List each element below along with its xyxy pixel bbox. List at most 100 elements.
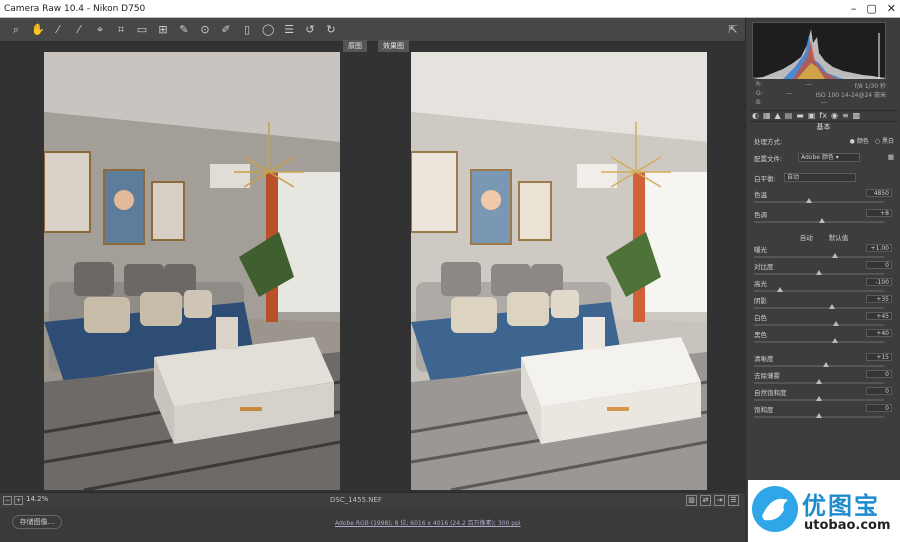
slider-thumb[interactable] — [777, 287, 783, 292]
slider-track[interactable] — [754, 270, 884, 275]
auto-default-row: 自动 默认值 — [754, 232, 894, 242]
swap-icon[interactable]: ⇄ — [700, 495, 711, 506]
basic-tab-icon[interactable]: ◐ — [752, 111, 759, 121]
close-icon[interactable]: ✕ — [887, 0, 896, 18]
lens-icon[interactable]: ▣ — [808, 111, 816, 121]
slider-thumb[interactable] — [832, 321, 839, 326]
profile-label: 配置文件: — [754, 155, 783, 163]
slider-value-input[interactable]: +35 — [866, 295, 892, 303]
slider-label: 对比度 — [754, 263, 774, 271]
workflow-options-link[interactable]: Adobe RGB (1998); 8 位; 6016 x 4016 (24.2… — [335, 518, 521, 527]
snapshots-icon[interactable]: ▩ — [853, 111, 861, 121]
target-adjust-icon[interactable]: ⌖ — [94, 23, 106, 36]
footer: 存储图像... Adobe RGB (1998); 8 位; 6016 x 40… — [0, 508, 745, 542]
slider-track[interactable] — [754, 218, 884, 223]
default-link[interactable]: 默认值 — [829, 234, 849, 242]
maximize-icon[interactable]: ▢ — [866, 0, 876, 18]
straighten-icon[interactable]: ▭ — [136, 23, 148, 36]
treatment-bw-radio[interactable]: ○ 黑白 — [875, 136, 894, 145]
lens-info: ISO 100 14-24@24 毫米 — [815, 92, 886, 99]
fullscreen-icon[interactable]: ⇱ — [727, 23, 739, 36]
slider-value-input[interactable]: +15 — [866, 353, 892, 361]
slider-thumb[interactable] — [816, 270, 822, 275]
crop-icon[interactable]: ⌗ — [115, 23, 127, 36]
zoom-in-button[interactable]: + — [14, 496, 23, 505]
save-image-button[interactable]: 存储图像... — [12, 515, 62, 529]
treatment-label: 处理方式: — [754, 138, 783, 146]
b-value: --- — [820, 99, 828, 106]
slider-track[interactable] — [754, 396, 884, 401]
slider-thumb[interactable] — [816, 413, 822, 418]
transform-icon[interactable]: ⊞ — [157, 23, 169, 36]
hsl-icon[interactable]: ▤ — [785, 111, 793, 121]
profile-value: Adobe 颜色 — [801, 154, 834, 161]
wb-dropdown[interactable]: 自动 — [784, 173, 856, 182]
slider-track[interactable] — [754, 379, 884, 384]
hand-icon[interactable]: ✋ — [31, 23, 45, 36]
spot-removal-icon[interactable]: ✎ — [178, 23, 190, 36]
slider-thumb[interactable] — [829, 304, 835, 309]
red-eye-icon[interactable]: ⊙ — [199, 23, 211, 36]
slider-value-input[interactable]: 0 — [866, 404, 892, 412]
view-settings-icon[interactable]: ☰ — [728, 495, 739, 506]
slider-track[interactable] — [754, 198, 884, 203]
wb-row: 白平衡: 自动 — [754, 173, 894, 183]
slider-thumb[interactable] — [816, 379, 822, 384]
slider-thumb[interactable] — [831, 338, 838, 343]
color-sampler-icon[interactable]: ⁄ — [73, 23, 85, 36]
treatment-bw-label: 黑白 — [881, 138, 894, 145]
split-toning-icon[interactable]: ▬ — [796, 111, 804, 121]
slider-thumb[interactable] — [822, 362, 829, 367]
slider-thumb[interactable] — [818, 218, 825, 223]
slider-value-input[interactable]: -100 — [866, 278, 892, 286]
slider-row: 去除薄雾 0 — [754, 370, 894, 380]
slider-value-input[interactable]: 0 — [866, 370, 892, 378]
slider-track[interactable] — [754, 413, 884, 418]
slider-thumb[interactable] — [831, 253, 838, 258]
slider-track[interactable] — [754, 287, 884, 292]
radial-filter-icon[interactable]: ◯ — [262, 23, 274, 36]
slider-row: 白色 +45 — [754, 312, 894, 322]
minimize-icon[interactable]: – — [851, 0, 857, 18]
rotate-left-icon[interactable]: ↺ — [304, 23, 316, 36]
treatment-row: 处理方式: ● 颜色 ○ 黑白 — [754, 136, 894, 146]
slider-row: 曝光 +1.00 — [754, 244, 894, 254]
slider-thumb[interactable] — [816, 396, 822, 401]
slider-value-input[interactable]: +45 — [866, 312, 892, 320]
watermark-en: utobao.com — [804, 518, 891, 533]
slider-track[interactable] — [754, 338, 884, 343]
slider-value-input[interactable]: 0 — [866, 387, 892, 395]
slider-value-input[interactable]: 0 — [866, 261, 892, 269]
slider-label: 去除薄雾 — [754, 372, 780, 380]
slider-value-input[interactable]: +40 — [866, 329, 892, 337]
adjustment-brush-icon[interactable]: ✐ — [220, 23, 232, 36]
slider-track[interactable] — [754, 304, 884, 309]
zoom-icon[interactable]: ⌕ — [10, 23, 22, 36]
profile-browser-icon[interactable]: ▦ — [888, 153, 894, 161]
zoom-out-button[interactable]: − — [3, 496, 12, 505]
profile-dropdown[interactable]: Adobe 颜色 ▾ — [798, 153, 860, 162]
effects-icon[interactable]: fx — [819, 111, 827, 121]
slider-track[interactable] — [754, 253, 884, 258]
auto-link[interactable]: 自动 — [800, 234, 813, 242]
white-balance-icon[interactable]: ⁄ — [52, 23, 64, 36]
slider-thumb[interactable] — [805, 198, 812, 203]
presets-icon[interactable]: ≡ — [842, 111, 849, 121]
zoom-level[interactable]: 14.2% — [26, 495, 48, 503]
copy-settings-icon[interactable]: ⇥ — [714, 495, 725, 506]
graduated-filter-icon[interactable]: ▯ — [241, 23, 253, 36]
slider-track[interactable] — [754, 362, 884, 367]
slider-track[interactable] — [754, 321, 884, 326]
view-mode-icon[interactable]: ▥ — [686, 495, 697, 506]
slider-value-input[interactable]: 4850 — [866, 189, 892, 197]
file-name: DSC_1455.NEF — [330, 496, 382, 504]
histogram — [752, 22, 887, 79]
rotate-right-icon[interactable]: ↻ — [325, 23, 337, 36]
treatment-color-radio[interactable]: ● 颜色 — [850, 136, 869, 145]
slider-value-input[interactable]: +8 — [866, 209, 892, 217]
tone-curve-icon[interactable]: ▦ — [763, 111, 771, 121]
slider-value-input[interactable]: +1.00 — [866, 244, 892, 252]
preferences-icon[interactable]: ☰ — [283, 23, 295, 36]
detail-icon[interactable]: ▲ — [775, 111, 781, 121]
calibration-icon[interactable]: ◉ — [831, 111, 838, 121]
